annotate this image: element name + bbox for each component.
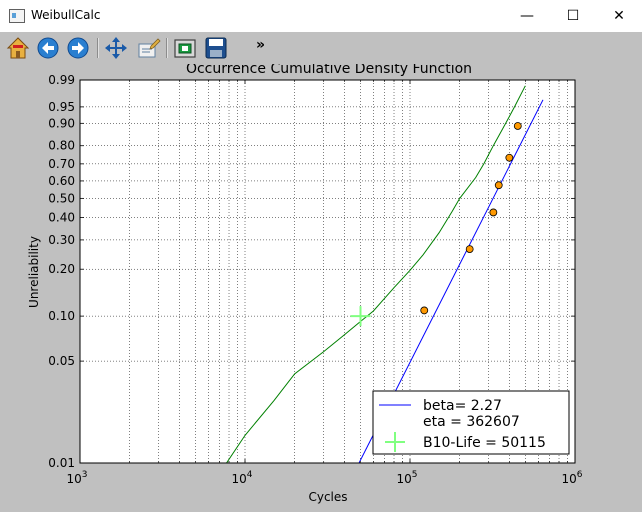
y-tick-label: 0.70 [48, 157, 75, 171]
y-tick-label: 0.05 [48, 354, 75, 368]
x-tick-base: 10 [66, 472, 81, 486]
home-icon [6, 37, 30, 59]
app-icon [9, 9, 25, 23]
y-tick-label: 0.40 [48, 210, 75, 224]
toolbar: » [0, 32, 642, 64]
back-button[interactable] [35, 35, 61, 61]
minimize-icon: — [520, 7, 534, 24]
y-tick-label: 0.90 [48, 116, 75, 130]
y-tick-label: 0.01 [48, 456, 75, 470]
forward-button[interactable] [65, 35, 91, 61]
y-tick-label: 0.80 [48, 139, 75, 153]
x-tick-base: 10 [396, 472, 411, 486]
data-point [505, 153, 514, 162]
y-tick-label: 0.20 [48, 262, 75, 276]
toolbar-separator [97, 38, 99, 58]
x-tick-exponent: 5 [412, 470, 418, 480]
maximize-button[interactable]: ☐ [550, 0, 596, 31]
save-icon [205, 37, 227, 59]
x-tick-base: 10 [231, 472, 246, 486]
toolbar-separator [166, 38, 168, 58]
chart-title: Occurrence Cumulative Density Function [186, 64, 472, 77]
data-point [494, 181, 503, 190]
home-button[interactable] [5, 35, 31, 61]
pan-icon [105, 37, 127, 59]
edit-button[interactable] [136, 35, 162, 61]
data-point [513, 122, 522, 130]
title-bar: WeibullCalc — ☐ ✕ [0, 0, 642, 33]
legend: beta= 2.27eta = 362607 B10-Life = 50115 [372, 390, 570, 455]
y-tick-label: 0.10 [48, 309, 75, 323]
legend-label: B10-Life = 50115 [423, 435, 546, 451]
edit-icon [138, 38, 161, 58]
y-tick-label: 0.95 [48, 100, 75, 114]
y-tick-label: 0.50 [48, 191, 75, 205]
y-tick-label: 0.30 [48, 233, 75, 247]
forward-icon [67, 37, 89, 59]
x-tick-exponent: 3 [82, 470, 88, 480]
maximize-icon: ☐ [566, 7, 580, 24]
close-button[interactable]: ✕ [596, 0, 642, 31]
more-button[interactable]: » [256, 37, 265, 53]
minimize-button[interactable]: — [504, 0, 550, 31]
data-point [489, 208, 498, 217]
subplots-button[interactable] [172, 35, 198, 61]
y-axis-label: Unreliability [27, 236, 41, 308]
x-tick-exponent: 6 [577, 470, 583, 480]
save-button[interactable] [203, 35, 229, 61]
legend-label: beta= 2.27 [423, 398, 502, 414]
back-icon [37, 37, 59, 59]
data-point [465, 245, 474, 253]
x-axis-label: Cycles [308, 490, 347, 504]
subplots-icon [174, 39, 196, 58]
window-title: WeibullCalc [31, 8, 101, 22]
plot-canvas: 103 104 105 106 0.010.050.100.200.300.400.5… [0, 64, 642, 512]
y-tick-label: 0.99 [48, 73, 75, 87]
legend-label: eta = 362607 [423, 414, 520, 430]
close-icon: ✕ [613, 7, 625, 24]
x-tick-exponent: 4 [247, 470, 253, 480]
x-tick-base: 10 [561, 472, 576, 486]
pan-button[interactable] [103, 35, 129, 61]
y-tick-label: 0.60 [48, 174, 75, 188]
data-point [420, 306, 429, 315]
